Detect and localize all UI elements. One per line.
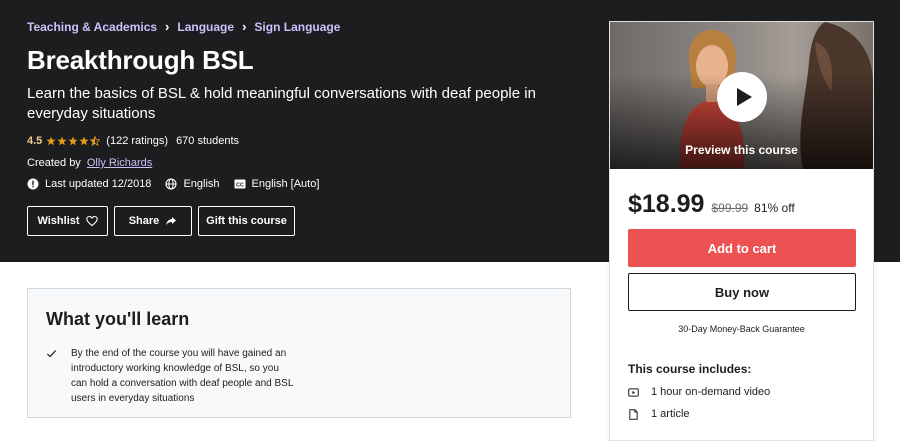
course-meta: Last updated 12/2018 English CC English … <box>27 178 333 190</box>
what-youll-learn-section: What you'll learn By the end of the cour… <box>27 288 571 418</box>
action-buttons: Wishlist Share Gift this course <box>27 206 301 236</box>
gift-course-button[interactable]: Gift this course <box>198 206 295 236</box>
gift-button-label: Gift this course <box>206 215 287 227</box>
preview-label: Preview this course <box>685 143 798 157</box>
share-button-label: Share <box>128 215 160 227</box>
article-icon <box>629 408 638 420</box>
money-back-guarantee: 30-Day Money-Back Guarantee <box>678 324 805 334</box>
include-article-text: 1 article <box>651 408 690 420</box>
play-button[interactable] <box>717 72 767 122</box>
last-updated-text: Last updated 12/2018 <box>45 178 152 190</box>
wishlist-button-label: Wishlist <box>37 215 80 227</box>
current-price: $18.99 <box>628 190 705 218</box>
learn-item: By the end of the course you will have g… <box>46 346 296 406</box>
star-half-icon <box>90 136 101 146</box>
course-language: English <box>165 178 220 190</box>
learn-title: What you'll learn <box>46 309 190 329</box>
buy-now-button[interactable]: Buy now <box>628 273 856 311</box>
price-row: $18.99 $99.99 81% off <box>628 190 795 219</box>
course-preview[interactable]: Preview this course <box>610 22 873 169</box>
discount-badge: 81% off <box>754 201 795 215</box>
course-title: Breakthrough BSL <box>27 45 254 75</box>
breadcrumb-item-language[interactable]: Language <box>177 20 234 34</box>
star-icon <box>57 136 67 146</box>
rating-row: 4.5 (122 ratings) 670 students <box>27 135 239 147</box>
checkmark-icon <box>46 350 57 358</box>
include-item-video: 1 hour on-demand video <box>628 386 770 398</box>
add-to-cart-button[interactable]: Add to cart <box>628 229 856 267</box>
rating-value: 4.5 <box>27 135 43 147</box>
share-button[interactable]: Share <box>114 206 192 236</box>
star-icon <box>68 136 78 146</box>
wishlist-button[interactable]: Wishlist <box>27 206 108 236</box>
closed-captions-icon: CC <box>234 179 246 189</box>
breadcrumb-item-sign-language[interactable]: Sign Language <box>254 20 340 34</box>
ratings-count[interactable]: (122 ratings) <box>106 135 168 147</box>
language-text: English <box>183 178 220 190</box>
purchase-sidebar: Preview this course $18.99 $99.99 81% of… <box>609 21 874 441</box>
original-price: $99.99 <box>711 201 749 215</box>
author-link[interactable]: Olly Richards <box>87 157 152 169</box>
video-icon <box>628 387 639 397</box>
play-icon <box>736 88 752 106</box>
last-updated: Last updated 12/2018 <box>27 178 151 190</box>
students-count: 670 students <box>176 135 240 147</box>
course-captions: CC English [Auto] <box>234 178 320 190</box>
alert-badge-icon <box>27 178 39 190</box>
include-item-article: 1 article <box>628 408 690 420</box>
star-icon <box>46 136 56 146</box>
includes-title: This course includes: <box>628 362 752 376</box>
learn-item-text: By the end of the course you will have g… <box>71 348 294 404</box>
created-by-label: Created by <box>27 157 81 169</box>
include-video-text: 1 hour on-demand video <box>651 386 771 398</box>
breadcrumb-item-teaching-academics[interactable]: Teaching & Academics <box>27 20 157 34</box>
svg-text:CC: CC <box>236 183 244 189</box>
globe-icon <box>165 178 177 190</box>
share-arrow-icon <box>166 217 177 226</box>
rating-stars <box>46 136 101 146</box>
breadcrumb: Teaching & Academics › Language › Sign L… <box>27 20 340 34</box>
course-subtitle: Learn the basics of BSL & hold meaningfu… <box>27 85 536 122</box>
breadcrumb-separator-icon: › <box>242 19 247 34</box>
created-by: Created by Olly Richards <box>27 157 152 169</box>
star-icon <box>79 136 89 146</box>
captions-text: English [Auto] <box>251 178 320 190</box>
heart-icon <box>85 215 98 227</box>
breadcrumb-separator-icon: › <box>165 19 170 34</box>
